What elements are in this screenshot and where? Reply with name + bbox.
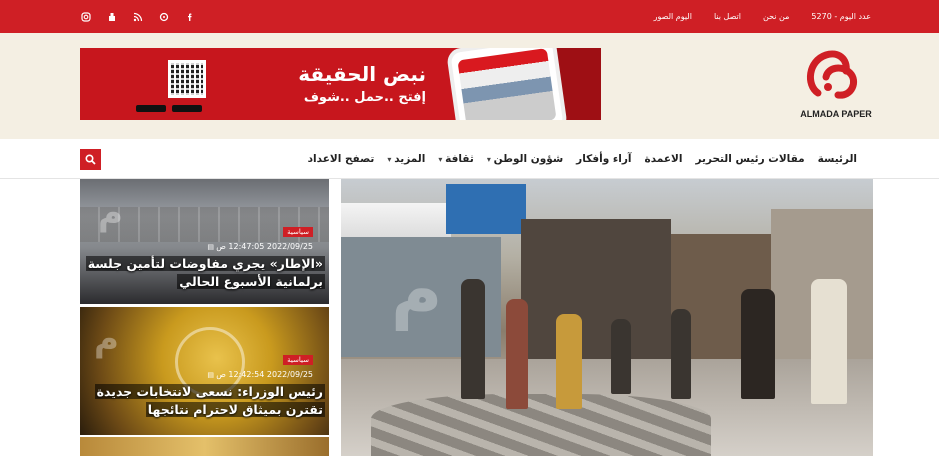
search-button[interactable] bbox=[80, 149, 101, 170]
facebook-icon[interactable] bbox=[184, 11, 196, 23]
category-badge[interactable]: سياسية bbox=[283, 355, 313, 365]
hero-figure bbox=[741, 289, 775, 399]
qr-code-image bbox=[168, 60, 206, 98]
hero-figure bbox=[506, 299, 528, 409]
about-us-link[interactable]: من نحن bbox=[763, 12, 789, 21]
app-store-badge[interactable] bbox=[136, 105, 166, 112]
search-icon bbox=[85, 154, 96, 165]
banner-headline: نبض الحقيقة bbox=[298, 62, 426, 86]
watermark-logo: ﻡ bbox=[94, 319, 119, 359]
hero-figure bbox=[811, 279, 847, 404]
watermark-logo: ﻡ bbox=[98, 193, 123, 233]
google-play-badge[interactable] bbox=[172, 105, 202, 112]
hero-figure bbox=[461, 279, 485, 399]
main-nav: الرئيسة مقالات رئيس التحرير الاعمدة آراء… bbox=[0, 139, 939, 179]
article-title[interactable]: «الإطار» يجري مفاوضات لتأمين جلسة برلمان… bbox=[84, 255, 325, 291]
article-card[interactable]: ﻡ سياسية 2022/09/25 12:42:54 ص رئيس الوز… bbox=[80, 307, 329, 435]
phone-mockup-image bbox=[445, 48, 569, 120]
article-date: 2022/09/25 12:47:05 ص bbox=[207, 242, 313, 251]
hero-figure bbox=[556, 314, 582, 409]
hero-rubble bbox=[371, 394, 711, 456]
app-promo-banner[interactable]: نبض الحقيقة إفتح ..حمل ..شوف bbox=[80, 48, 601, 120]
instagram-icon[interactable] bbox=[80, 11, 92, 23]
logo-mark-icon bbox=[807, 50, 857, 99]
social-links bbox=[80, 0, 196, 33]
watermark-logo: ﻡ bbox=[391, 249, 443, 331]
nav-item-browse-issues[interactable]: تصفح الاعداد bbox=[308, 153, 375, 165]
hero-figure bbox=[671, 309, 691, 399]
article-card[interactable]: ﻡ سياسية 2022/09/25 12:47:05 ص «الإطار» … bbox=[80, 179, 329, 304]
nav-item-home[interactable]: الرئيسة bbox=[818, 153, 857, 165]
nav-item-editor-articles[interactable]: مقالات رئيس التحرير bbox=[695, 153, 804, 165]
youtube-icon[interactable] bbox=[106, 11, 118, 23]
hero-shop-sign bbox=[446, 184, 526, 234]
issue-number-link[interactable]: عدد اليوم - 5270 bbox=[811, 12, 871, 21]
article-title-text[interactable]: رئيس الوزراء: نسعى لانتخابات جديدة تقترن… bbox=[94, 384, 325, 417]
nav-item-national-affairs[interactable]: شؤون الوطن bbox=[487, 153, 564, 165]
site-header: نبض الحقيقة إفتح ..حمل ..شوف ALMADA PAPE… bbox=[0, 33, 939, 139]
featured-article-image[interactable]: ﻡ bbox=[341, 179, 873, 456]
hero-awning bbox=[341, 203, 451, 237]
hero-figure bbox=[611, 319, 631, 394]
nav-item-columns[interactable]: الاعمدة bbox=[645, 153, 683, 165]
nav-item-more[interactable]: المزيد bbox=[387, 153, 425, 165]
nav-menu: الرئيسة مقالات رئيس التحرير الاعمدة آراء… bbox=[308, 139, 857, 179]
category-badge[interactable]: سياسية bbox=[283, 227, 313, 237]
article-card[interactable] bbox=[80, 437, 329, 456]
article-title-text[interactable]: «الإطار» يجري مفاوضات لتأمين جلسة برلمان… bbox=[85, 256, 325, 289]
top-bar: عدد اليوم - 5270 من نحن اتصل بنا اليوم ا… bbox=[0, 0, 939, 33]
contact-us-link[interactable]: اتصل بنا bbox=[714, 12, 741, 21]
article-title[interactable]: رئيس الوزراء: نسعى لانتخابات جديدة تقترن… bbox=[84, 383, 325, 419]
rss-icon[interactable] bbox=[132, 11, 144, 23]
logo-text: ALMADA PAPER bbox=[800, 109, 872, 119]
nav-item-opinions[interactable]: آراء وأفكار bbox=[576, 153, 631, 165]
site-logo[interactable]: ALMADA PAPER bbox=[790, 47, 882, 127]
soundcloud-icon[interactable] bbox=[158, 11, 170, 23]
article-date: 2022/09/25 12:42:54 ص bbox=[207, 370, 313, 379]
top-links: عدد اليوم - 5270 من نحن اتصل بنا اليوم ا… bbox=[654, 0, 871, 33]
hero-shop bbox=[521, 219, 671, 359]
photos-link[interactable]: اليوم الصور bbox=[654, 12, 692, 21]
nav-item-culture[interactable]: ثقافة bbox=[438, 153, 474, 165]
banner-subline: إفتح ..حمل ..شوف bbox=[303, 90, 426, 105]
